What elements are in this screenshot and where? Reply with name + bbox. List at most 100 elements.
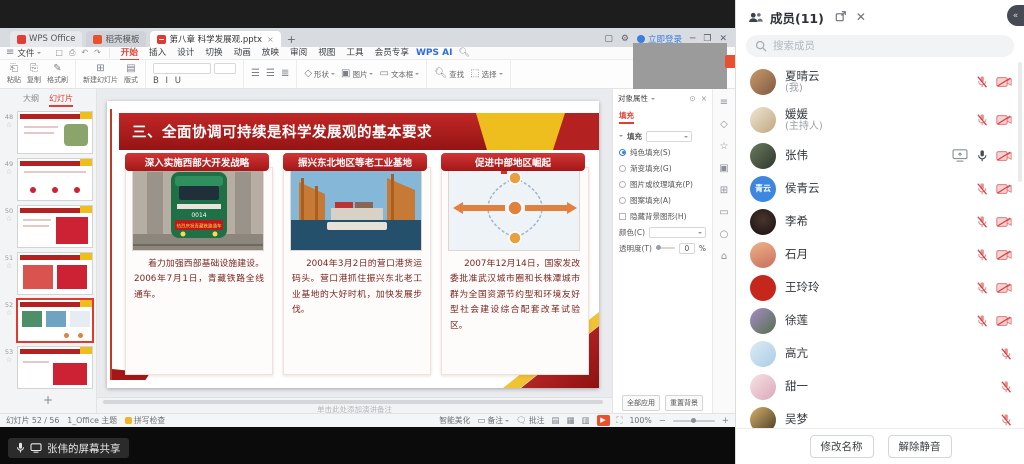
member-row[interactable]: 夏晴云 (我) — [736, 63, 1024, 101]
apply-all-button[interactable]: 全部应用 — [622, 395, 660, 411]
format-painter-button[interactable]: ✎ 格式刷 — [47, 64, 68, 85]
menu-tools[interactable]: 工具 — [345, 46, 364, 60]
more-icon[interactable]: ⌂ — [721, 251, 727, 262]
search-commands-icon[interactable]: 🔍︎ — [458, 48, 469, 58]
upgrade-edge-button[interactable] — [725, 55, 735, 68]
menu-view[interactable]: 视图 — [317, 46, 336, 60]
theme-name[interactable]: 1_Office 主题 — [67, 415, 117, 426]
mic-on-icon[interactable] — [976, 149, 988, 163]
notes-bar[interactable]: 单击此处添加演讲备注 — [97, 397, 612, 413]
save-icon[interactable]: □ — [55, 48, 63, 58]
menu-member[interactable]: 会员专享 — [374, 46, 410, 60]
zoom-in-icon[interactable]: + — [722, 416, 729, 426]
menu-design[interactable]: 设计 — [176, 46, 195, 60]
slide-card-northeast[interactable]: 振兴东北地区等老工业基地 — [283, 153, 427, 377]
option-picture-fill[interactable]: 图片或纹理填充(P) — [613, 176, 712, 192]
menu-insert[interactable]: 插入 — [148, 46, 167, 60]
layout-button[interactable]: ▤ 版式 — [124, 64, 138, 85]
tab-slides[interactable]: 幻灯片 — [49, 93, 73, 107]
star-icon[interactable]: ☆ — [6, 309, 12, 317]
member-row[interactable]: 李希 — [736, 205, 1024, 238]
slide-canvas[interactable]: 三、全面协调可持续是科学发展观的基本要求 深入实施西部大开发战略 — [97, 89, 612, 413]
mic-muted-icon[interactable] — [976, 314, 988, 328]
member-row[interactable]: 青云 侯青云 — [736, 172, 1024, 205]
reset-background-button[interactable]: 重置背景 — [665, 395, 703, 411]
zoom-out-icon[interactable]: − — [659, 416, 666, 426]
camera-off-icon[interactable] — [996, 216, 1012, 228]
shapes-button[interactable]: ◇ 形状 — [304, 69, 335, 80]
slide-card-west[interactable]: 深入实施西部大开发战略 — [125, 153, 269, 377]
menu-transition[interactable]: 切换 — [204, 46, 223, 60]
unmute-button[interactable]: 解除静音 — [888, 435, 952, 458]
popout-icon[interactable] — [835, 10, 847, 25]
zoom-slider[interactable] — [673, 420, 715, 422]
copy-button[interactable]: ⎘ 复制 — [27, 64, 41, 85]
close-document-icon[interactable]: × — [267, 35, 274, 44]
star-icon[interactable]: ☆ — [6, 356, 12, 364]
wps-ai-button[interactable]: WPS AI — [416, 48, 452, 58]
menu-slideshow[interactable]: 放映 — [261, 46, 280, 60]
media-icon[interactable]: ▣ — [719, 163, 728, 174]
rename-button[interactable]: 修改名称 — [810, 435, 874, 458]
member-row-presenter[interactable]: 张伟 — [736, 139, 1024, 172]
fill-preset-dropdown[interactable] — [646, 131, 692, 142]
slide-card-central[interactable]: 促进中部地区崛起 — [441, 153, 585, 377]
design-icon[interactable]: ◇ — [720, 119, 728, 130]
transparency-slider[interactable] — [656, 247, 675, 249]
layout-switch-icon[interactable]: ▢ — [604, 34, 613, 44]
transparency-value[interactable]: 0 — [679, 243, 695, 254]
screen-share-indicator[interactable]: 张伟的屏幕共享 — [8, 438, 129, 458]
list-icon[interactable]: ≣ — [281, 69, 289, 79]
camera-off-icon[interactable] — [996, 183, 1012, 195]
pin-icon[interactable]: ⊙ — [689, 94, 695, 103]
mic-muted-icon[interactable] — [1000, 380, 1012, 394]
mic-muted-icon[interactable] — [976, 182, 988, 196]
member-row[interactable]: 王玲玲 — [736, 271, 1024, 304]
mic-muted-icon[interactable] — [976, 215, 988, 229]
option-gradient-fill[interactable]: 渐变填充(G) — [613, 160, 712, 176]
mic-muted-icon[interactable] — [1000, 413, 1012, 427]
file-menu-button[interactable]: ≡ 文件 — [0, 47, 47, 59]
slide-52[interactable]: 三、全面协调可持续是科学发展观的基本要求 深入实施西部大开发战略 — [107, 101, 599, 388]
search-input[interactable] — [773, 40, 973, 52]
picture-button[interactable]: ▣ 图片 — [341, 69, 373, 80]
properties-icon[interactable]: ≡ — [720, 97, 728, 108]
slide-title-banner[interactable]: 三、全面协调可持续是科学发展观的基本要求 — [119, 113, 487, 150]
slide-thumbnail[interactable] — [17, 252, 93, 295]
option-solid-fill[interactable]: 纯色填充(S) — [613, 144, 712, 160]
paste-button[interactable]: ⎗ 粘贴 — [7, 64, 21, 85]
align-left-icon[interactable]: ☰ — [251, 69, 260, 79]
slide-thumbnail[interactable] — [17, 205, 93, 248]
camera-off-icon[interactable] — [996, 76, 1012, 88]
beautify-button[interactable]: 智能美化 — [439, 415, 470, 426]
panel-title[interactable]: 对象属性 — [618, 93, 648, 104]
close-members-icon[interactable]: ✕ — [856, 10, 866, 25]
tab-docer[interactable]: 稻壳模板 — [86, 31, 146, 47]
align-center-icon[interactable]: ☰ — [266, 69, 275, 79]
slide-thumbnail[interactable] — [17, 158, 93, 201]
collapse-section-icon[interactable] — [619, 135, 623, 139]
reading-view-icon[interactable]: ▥ — [581, 416, 589, 426]
font-size-dropdown[interactable] — [214, 63, 236, 74]
slide-thumbnail-current[interactable] — [17, 299, 93, 342]
menu-animation[interactable]: 动画 — [233, 46, 252, 60]
mic-muted-icon[interactable] — [976, 281, 988, 295]
mic-muted-icon[interactable] — [976, 75, 988, 89]
sorter-view-icon[interactable]: ▦ — [566, 416, 574, 426]
member-row[interactable]: 石月 — [736, 238, 1024, 271]
camera-off-icon[interactable] — [996, 150, 1012, 162]
play-slideshow-button[interactable]: ▶ — [597, 415, 610, 426]
mic-muted-icon[interactable] — [1000, 347, 1012, 361]
member-row[interactable]: 徐莲 — [736, 304, 1024, 337]
textbox-button[interactable]: ▭ 文本框 — [379, 69, 419, 80]
member-search-box[interactable] — [746, 35, 1014, 57]
chart-icon[interactable]: ⊞ — [720, 185, 728, 196]
collapse-panel-handle[interactable]: « — [1007, 5, 1024, 26]
notes-toggle[interactable]: ▭ 备注 — [477, 415, 509, 426]
help-icon[interactable]: ○ — [720, 229, 729, 240]
mic-muted-icon[interactable] — [976, 248, 988, 262]
fill-tab[interactable]: 填充 — [619, 110, 634, 124]
close-panel-icon[interactable]: × — [701, 94, 707, 103]
print-icon[interactable]: ⎙ — [69, 48, 75, 58]
star-icon[interactable]: ☆ — [6, 262, 12, 270]
